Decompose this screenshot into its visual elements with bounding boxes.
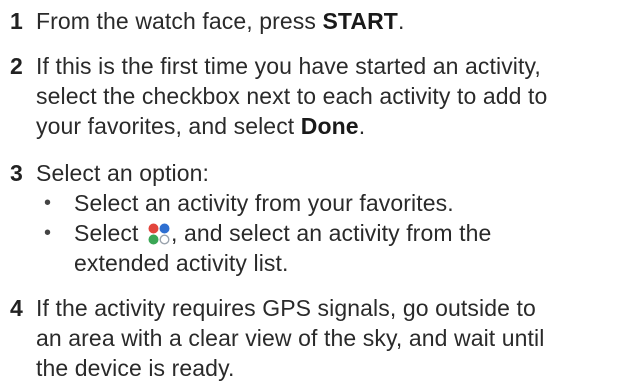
bold-keyword: Done <box>300 113 359 139</box>
text-run: , and select an activity from the <box>171 220 492 246</box>
text-run: Select <box>74 220 146 246</box>
text-run: your favorites, and select <box>36 113 301 139</box>
step-line: select the checkbox next to each activit… <box>36 83 548 109</box>
bullet-dot: • <box>44 222 52 244</box>
bullet-dot: • <box>44 192 52 214</box>
step-number: 1 <box>10 8 23 34</box>
activity-list-icon <box>147 222 171 246</box>
step-text: From the watch face, press START. <box>36 6 628 36</box>
bullet-text: extended activity list. <box>74 250 289 276</box>
text-run: . <box>397 8 405 34</box>
step-line: the device is ready. <box>36 355 235 381</box>
step-line: an area with a clear view of the sky, an… <box>36 325 545 351</box>
bold-keyword: START <box>322 8 398 34</box>
step-line: If the activity requires GPS signals, go… <box>36 295 536 321</box>
step-text: If the activity requires GPS signals, go… <box>36 293 628 383</box>
step-text: Select an option: <box>36 158 628 188</box>
step-number: 3 <box>10 160 23 186</box>
step-text: If this is the first time you have start… <box>36 51 628 141</box>
step-number: 2 <box>10 53 23 79</box>
text-run: From the watch face, press <box>36 8 323 34</box>
step-line: Select an option: <box>36 160 210 186</box>
step-line: If this is the first time you have start… <box>36 53 541 79</box>
step-line: your favorites, and select Done. <box>36 111 628 141</box>
bullet-text: Select an activity from your favorites. <box>74 190 454 216</box>
bullet-text: Select , and select an activity from the <box>74 218 491 248</box>
step-line: From the watch face, press START. <box>36 6 628 36</box>
instructions-document: 1 From the watch face, press START. 2 If… <box>0 0 630 383</box>
text-run: . <box>358 113 366 139</box>
step-number: 4 <box>10 295 23 321</box>
